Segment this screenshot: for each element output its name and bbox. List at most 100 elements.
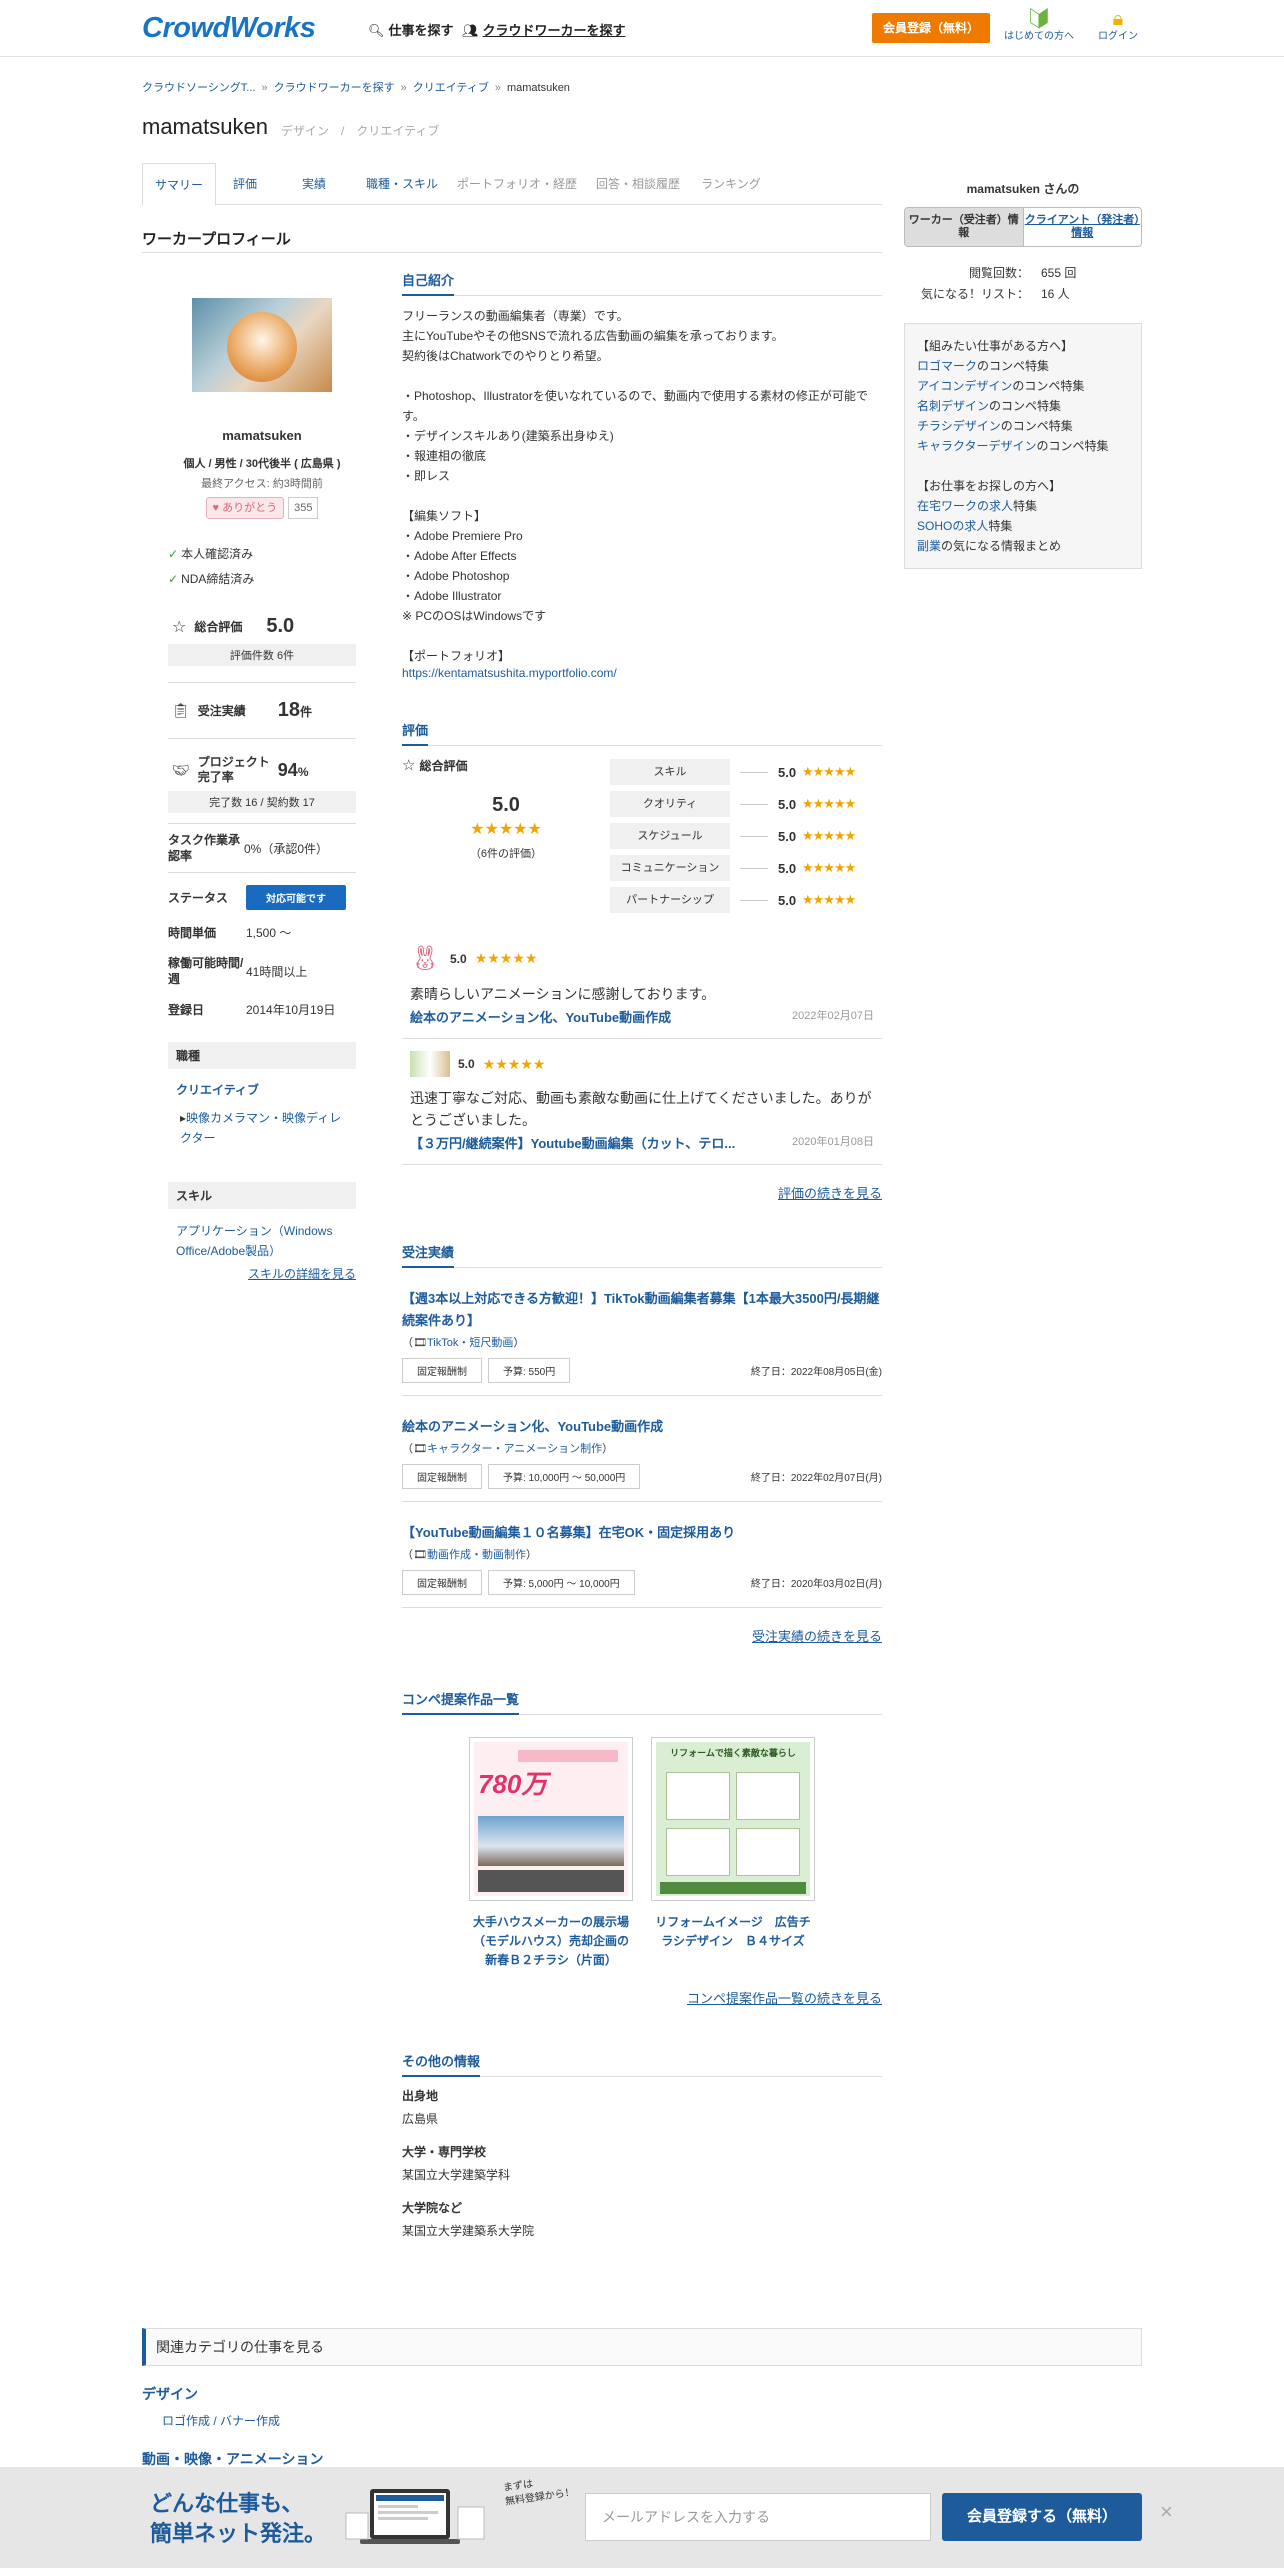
eval-row-skill: スキル 5.0 ★★★★★ [610, 756, 882, 788]
eval-stars: ★★★★★ [802, 892, 856, 907]
thanks-button[interactable]: ♥ ありがとう [205, 497, 285, 519]
skill-item[interactable]: アプリケーション（Windows Office/Adobe製品） [168, 1209, 356, 1261]
eval-stars: ★★★★★ [802, 796, 856, 811]
skills-more-link[interactable]: スキルの詳細を見る [168, 1265, 356, 1282]
feature-heading-work: 【お仕事をお探しの方へ】 [917, 479, 1062, 493]
beginner-mark-icon: 🔰︎ [1026, 8, 1052, 30]
order-title[interactable]: 【週3本以上対応できる方歓迎！】TikTok動画編集者募集【1本最大3500円/… [402, 1288, 882, 1332]
related-category-video[interactable]: 動画・映像・アニメーション [142, 2449, 323, 2469]
feature-link-logo[interactable]: ロゴマーク [917, 359, 977, 373]
login-link[interactable]: 🔒︎ ログイン [1098, 8, 1138, 44]
review-score: 5.0 [450, 951, 467, 966]
rabbit-avatar-icon: 🐰︎ [410, 945, 441, 972]
worker-info-tab[interactable]: ワーカー（受注者）情報 [905, 208, 1024, 246]
close-icon[interactable]: × [1160, 2499, 1173, 2525]
feature-link-flyer[interactable]: チラシデザイン [917, 419, 1001, 433]
university-value: 某国立大学建築学科 [402, 2168, 511, 2182]
find-workers-link[interactable]: 👥︎ クラウドワーカーを探す [462, 20, 626, 39]
sidebar-username: mamatsuken さんの [966, 182, 1080, 196]
feature-link-icon-design[interactable]: アイコンデザイン [917, 379, 1012, 393]
review-date: 2020年01月08日 [792, 1136, 874, 1148]
breadcrumb-item-find-workers[interactable]: クラウドワーカーを探す [274, 82, 395, 94]
star-outline-icon: ☆ [172, 618, 187, 636]
overall-label: 総合評価 [419, 758, 468, 773]
register-button[interactable]: 会員登録（無料） [872, 13, 990, 43]
eval-label: クオリティ [610, 791, 730, 817]
feature-link-soho[interactable]: SOHOの求人 [917, 519, 988, 533]
review-job-link[interactable]: 絵本のアニメーション化、YouTube動画作成 [410, 1007, 671, 1026]
profile-tabs: サマリー 評価 実績 職種・スキル ポートフォリオ・経歴 回答・相談履歴 ランキ… [142, 163, 882, 206]
film-icon: 🎞︎ [413, 1337, 427, 1349]
order-budget: 予算: 550円 [488, 1358, 571, 1383]
order-budget: 予算: 10,000円 〜 50,000円 [488, 1464, 641, 1489]
konpe-thumbnail[interactable]: 780万 [469, 1737, 633, 1901]
find-jobs-link[interactable]: 🔍︎ 仕事を探す [368, 20, 454, 39]
profile-main: 自己紹介 フリーランスの動画編集者（専業）です。 主にYouTubeやその他SN… [402, 270, 882, 2239]
tab-summary[interactable]: サマリー [142, 163, 217, 206]
right-sidebar: mamatsuken さんの ワーカー（受注者）情報 クライアント（発注者）情報… [904, 180, 1142, 569]
footer-register-button[interactable]: 会員登録する（無料） [942, 2493, 1142, 2541]
breadcrumb-item-creative[interactable]: クリエイティブ [413, 82, 489, 94]
lock-icon: 🔒︎ [1112, 8, 1124, 30]
feature-link-character[interactable]: キャラクターデザイン [917, 439, 1037, 453]
feature-suffix: のコンペ特集 [1000, 419, 1073, 433]
verify-nda-label: NDA締結済み [181, 572, 255, 586]
evaluation-more-link[interactable]: 評価の続きを見る [778, 1186, 882, 1201]
konpe-item[interactable]: リフォームで描く素敵な暮らし リフォームイメージ 広告チラシデザイン Ｂ４サイズ [651, 1737, 815, 1970]
job-type-item[interactable]: ▸映像カメラマン・映像ディレクター [168, 1098, 356, 1148]
evaluation-heading-label: 評価 [402, 723, 429, 746]
feature-heading-hire: 【組みたい仕事がある方へ】 [917, 339, 1074, 353]
konpe-caption[interactable]: 大手ハウスメーカーの展示場（モデルハウス）売却企画の新春Ｂ２チラシ（片面） [469, 1913, 633, 1970]
konpe-thumbnail[interactable]: リフォームで描く素敵な暮らし [651, 1737, 815, 1901]
portfolio-link[interactable]: https://kentamatsushita.myportfolio.com/ [402, 666, 882, 680]
feature-link-side-job[interactable]: 副業 [917, 539, 941, 553]
review-job-link[interactable]: 【３万円/継続案件】Youtube動画編集（カット、テロ... [410, 1133, 735, 1152]
related-category-design[interactable]: デザイン [142, 2384, 198, 2404]
order-category[interactable]: 動画作成・動画制作 [427, 1549, 526, 1561]
order-title[interactable]: 絵本のアニメーション化、YouTube動画作成 [402, 1416, 882, 1438]
client-info-tab[interactable]: クライアント（発注者）情報 [1023, 208, 1141, 246]
tab-achievements[interactable]: 実績 [286, 163, 342, 205]
order-type: 固定報酬制 [402, 1570, 482, 1595]
konpe-caption[interactable]: リフォームイメージ 広告チラシデザイン Ｂ４サイズ [651, 1913, 815, 1951]
order-category[interactable]: TikTok・短尺動画 [427, 1337, 513, 1349]
feature-link-remote[interactable]: 在宅ワークの求人 [917, 499, 1013, 513]
tab-evaluation[interactable]: 評価 [218, 163, 272, 205]
order-title[interactable]: 【YouTube動画編集１０名募集】在宅OK・固定採用あり [402, 1522, 882, 1544]
heart-icon: ♥ [212, 502, 220, 514]
breadcrumb-item-home[interactable]: クラウドソーシングT... [142, 82, 255, 94]
feature-link-business-card[interactable]: 名刺デザイン [917, 399, 989, 413]
review-score: 5.0 [458, 1057, 475, 1071]
status-label: ステータス [168, 890, 229, 905]
beginners-link[interactable]: 🔰︎ はじめての方へ [1004, 8, 1074, 44]
verify-identity: ✓ 本人確認済み [168, 545, 356, 562]
hours-value: 41時間以上 [246, 964, 308, 979]
konpe-more-link[interactable]: コンペ提案作品一覧の続きを見る [687, 1991, 882, 2006]
email-input[interactable]: メールアドレスを入力する [585, 2493, 931, 2541]
graduate-label: 大学院など [402, 2201, 463, 2215]
views-label: 閲覧回数： [968, 266, 1029, 280]
role-toggle: ワーカー（受注者）情報 クライアント（発注者）情報 [904, 207, 1142, 247]
intro-heading: 自己紹介 [402, 270, 882, 296]
hours-label: 稼働可能時間/週 [168, 956, 244, 986]
footer-tagline: どんな仕事も、 簡単ネット発注。 [150, 2489, 326, 2549]
order-end-date: 終了日：2022年08月05日(金) [750, 1367, 882, 1378]
people-icon: 👥︎ [462, 23, 479, 38]
konpe-item[interactable]: 780万 大手ハウスメーカーの展示場（モデルハウス）売却企画の新春Ｂ２チラシ（片… [469, 1737, 633, 1970]
evaluation-heading: 評価 [402, 720, 882, 746]
eval-label: スケジュール [610, 823, 730, 849]
eval-label: コミュニケーション [610, 855, 730, 881]
avatar [192, 298, 332, 392]
intro-heading-label: 自己紹介 [402, 273, 455, 296]
review-item: 5.0 ★★★★★ 迅速丁寧なご対応、動画も素敵な動画に仕上げてくださいました。あ… [402, 1039, 882, 1165]
graduate-value: 某国立大学建築系大学院 [402, 2224, 535, 2238]
tab-job-skills[interactable]: 職種・スキル [358, 163, 446, 205]
search-icon: 🔍︎ [368, 23, 385, 38]
registered-label: 登録日 [168, 1002, 205, 1017]
related-item-logo-banner[interactable]: ロゴ作成 / バナー作成 [162, 2412, 280, 2429]
order-category[interactable]: キャラクター・アニメーション制作 [427, 1443, 602, 1455]
tab-qa-history: 回答・相談履歴 [595, 177, 680, 191]
crowdworks-logo[interactable]: CrowdWorks [142, 12, 316, 45]
job-type-category[interactable]: クリエイティブ [168, 1069, 356, 1098]
orders-more-link[interactable]: 受注実績の続きを見る [752, 1629, 882, 1644]
